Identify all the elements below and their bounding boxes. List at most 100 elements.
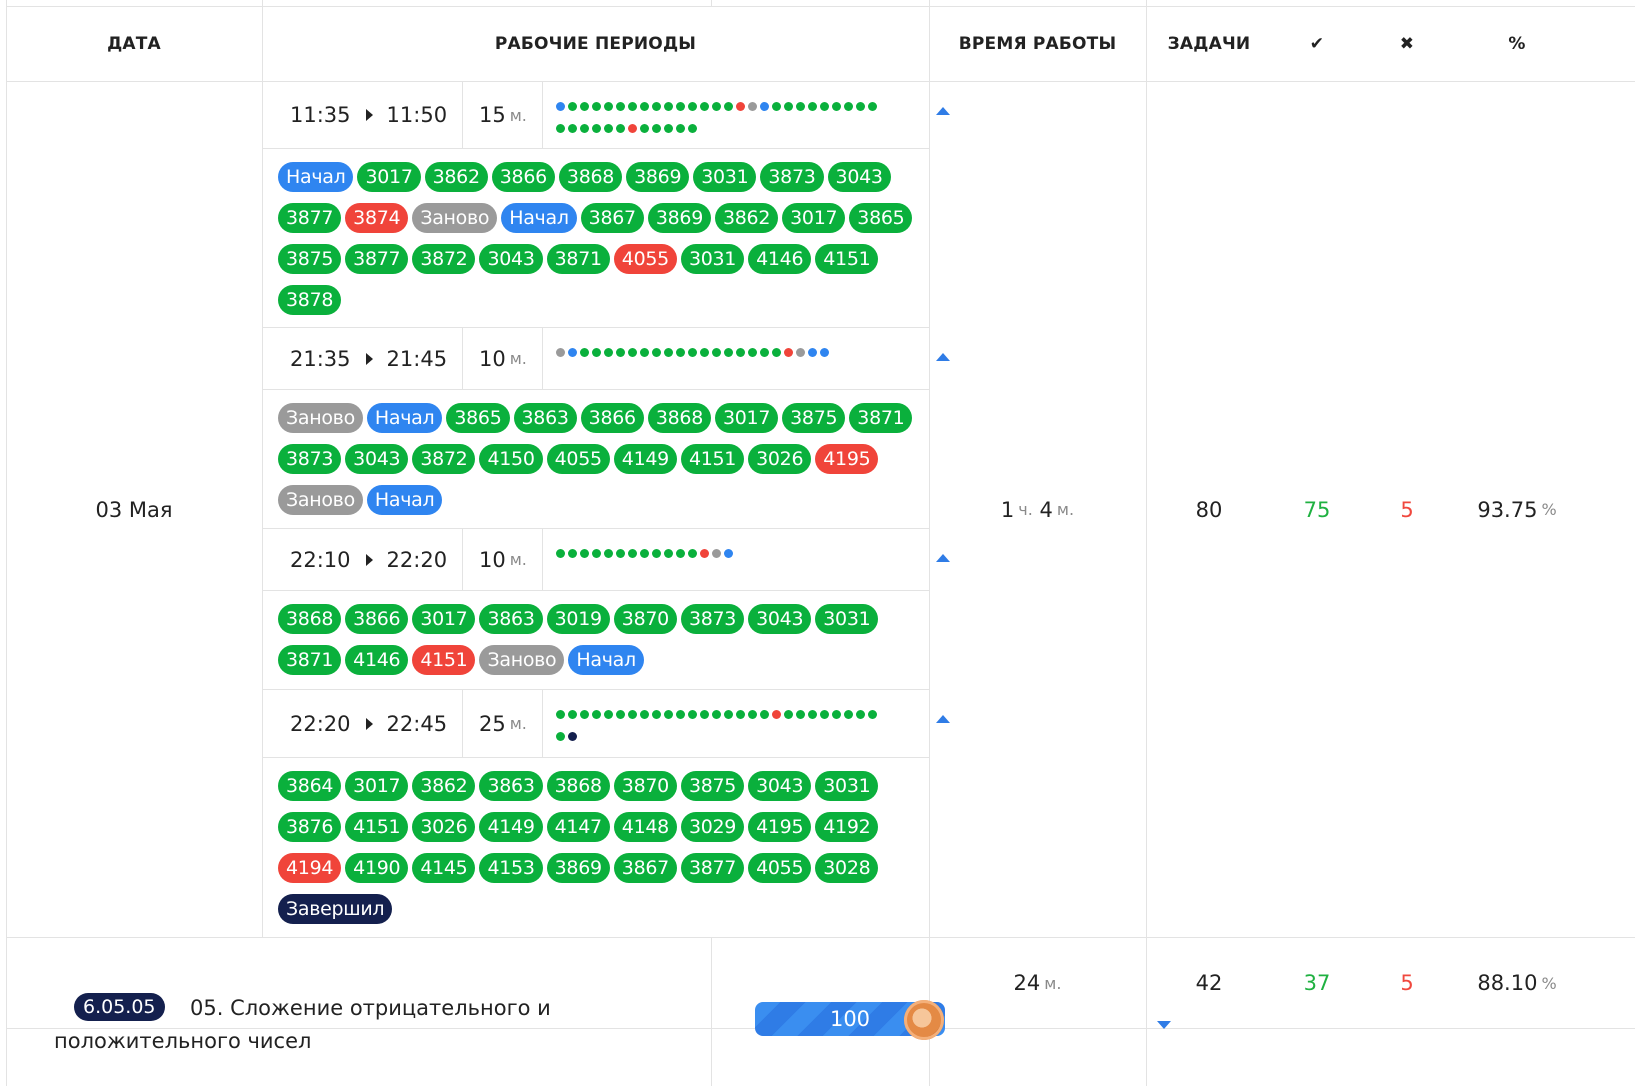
period-header[interactable]: 11:35 11:50 15 м. [268, 82, 960, 148]
task-chip[interactable]: 3867 [580, 203, 644, 233]
task-chip[interactable]: 3870 [613, 604, 677, 634]
task-chip[interactable]: 3865 [446, 403, 510, 433]
task-chip[interactable]: 3876 [278, 812, 342, 842]
task-chip[interactable]: 3019 [546, 604, 610, 634]
header-percent[interactable]: % [1452, 6, 1582, 81]
task-chip[interactable]: 3871 [849, 403, 913, 433]
header-work-time[interactable]: ВРЕМЯ РАБОТЫ [929, 6, 1146, 81]
task-chip[interactable]: 3029 [680, 812, 745, 842]
task-chip[interactable]: 3873 [680, 604, 745, 634]
task-chip[interactable]: 3868 [647, 403, 711, 433]
task-chip[interactable]: 3017 [357, 162, 421, 192]
task-chip[interactable]: 4151 [680, 444, 745, 474]
task-chip[interactable]: 4195 [815, 444, 879, 474]
task-chip[interactable]: 3866 [580, 403, 644, 433]
task-chip[interactable]: 4195 [748, 812, 812, 842]
task-chip[interactable]: 3873 [278, 444, 342, 474]
task-chip[interactable]: 4192 [815, 812, 879, 842]
task-chip[interactable]: 3877 [278, 203, 342, 233]
task-chip[interactable]: 3869 [626, 162, 690, 192]
task-chip[interactable]: 4149 [479, 812, 543, 842]
task-chip[interactable]: 3872 [412, 444, 476, 474]
task-chip[interactable]: 4153 [479, 853, 543, 883]
task-chip[interactable]: 4149 [613, 444, 677, 474]
task-chip[interactable]: 4190 [345, 853, 409, 883]
header-date[interactable]: ДАТА [6, 6, 262, 81]
task-chip[interactable]: 3043 [748, 604, 812, 634]
task-chip[interactable]: 3877 [680, 853, 745, 883]
task-chip[interactable]: 3863 [513, 403, 577, 433]
task-chip[interactable]: 3868 [278, 604, 342, 634]
task-chip[interactable]: 4147 [546, 812, 610, 842]
task-chip[interactable]: 4148 [613, 812, 677, 842]
header-correct-icon[interactable]: ✔ [1272, 6, 1362, 81]
task-chip[interactable]: 3873 [760, 162, 824, 192]
task-chip[interactable]: 3875 [680, 771, 745, 801]
task-chip[interactable]: Заново [412, 203, 498, 233]
task-chip[interactable]: Начал [366, 485, 443, 515]
task-chip[interactable]: 3871 [278, 645, 342, 675]
task-chip[interactable]: 3043 [748, 771, 812, 801]
task-chip[interactable]: 3875 [782, 403, 846, 433]
task-chip[interactable]: 3866 [345, 604, 409, 634]
task-chip[interactable]: Заново [278, 485, 363, 515]
task-chip[interactable]: Начал [501, 203, 577, 233]
task-chip[interactable]: 3043 [827, 162, 891, 192]
task-chip[interactable]: 3862 [424, 162, 488, 192]
task-chip[interactable]: 3874 [345, 203, 409, 233]
task-chip[interactable]: 4055 [613, 244, 677, 274]
task-chip[interactable]: 3017 [714, 403, 779, 433]
task-chip[interactable]: 3864 [278, 771, 342, 801]
task-chip[interactable]: 3031 [693, 162, 757, 192]
task-chip[interactable]: 4194 [278, 853, 342, 883]
period-header[interactable]: 22:20 22:45 25 м. [268, 690, 960, 757]
task-chip[interactable]: 4146 [748, 244, 812, 274]
task-chip[interactable]: Начал [568, 645, 644, 675]
header-wrong-icon[interactable]: ✖ [1362, 6, 1452, 81]
task-chip[interactable]: 3863 [479, 771, 543, 801]
collapse-arrow-icon[interactable] [936, 715, 950, 723]
header-tasks[interactable]: ЗАДАЧИ [1146, 6, 1272, 81]
task-chip[interactable]: Заново [278, 403, 363, 433]
task-chip[interactable]: 4146 [345, 645, 409, 675]
task-chip[interactable]: 3872 [412, 244, 476, 274]
task-chip[interactable]: 3869 [647, 203, 711, 233]
task-chip[interactable]: 4055 [748, 853, 812, 883]
collapse-arrow-icon[interactable] [936, 107, 950, 115]
task-chip[interactable]: 3017 [412, 604, 476, 634]
task-chip[interactable]: 4151 [815, 244, 879, 274]
task-chip[interactable]: 3878 [278, 285, 342, 315]
task-chip[interactable]: 3862 [714, 203, 779, 233]
task-chip[interactable]: 3026 [412, 812, 476, 842]
task-chip[interactable]: 3869 [546, 853, 610, 883]
task-chip[interactable]: 3026 [748, 444, 812, 474]
task-chip[interactable]: 4150 [479, 444, 543, 474]
task-chip[interactable]: 3028 [815, 853, 879, 883]
task-chip[interactable]: 3868 [558, 162, 623, 192]
task-chip[interactable]: 3866 [491, 162, 555, 192]
task-chip[interactable]: 4151 [345, 812, 409, 842]
task-chip[interactable]: 3031 [680, 244, 745, 274]
task-chip[interactable]: 3868 [546, 771, 610, 801]
header-periods[interactable]: РАБОЧИЕ ПЕРИОДЫ [262, 6, 929, 81]
task-chip[interactable]: 3862 [412, 771, 476, 801]
task-chip[interactable]: 3865 [849, 203, 913, 233]
task-chip[interactable]: Начал [278, 162, 354, 192]
task-chip[interactable]: 3877 [345, 244, 409, 274]
task-chip[interactable]: 3031 [815, 604, 879, 634]
task-chip[interactable]: Завершил [278, 894, 393, 924]
task-chip[interactable]: 4055 [546, 444, 610, 474]
period-header[interactable]: 22:10 22:20 10 м. [268, 529, 960, 590]
task-chip[interactable]: 3017 [345, 771, 409, 801]
task-chip[interactable]: 3867 [613, 853, 677, 883]
task-chip[interactable]: 3043 [479, 244, 543, 274]
task-chip[interactable]: 3870 [613, 771, 677, 801]
task-chip[interactable]: 3871 [546, 244, 610, 274]
task-chip[interactable]: 4151 [412, 645, 476, 675]
collapse-arrow-icon[interactable] [936, 554, 950, 562]
task-chip[interactable]: 3017 [782, 203, 846, 233]
task-chip[interactable]: Заново [479, 645, 565, 675]
task-chip[interactable]: 4145 [412, 853, 476, 883]
task-chip[interactable]: 3043 [345, 444, 409, 474]
task-chip[interactable]: 3031 [815, 771, 879, 801]
